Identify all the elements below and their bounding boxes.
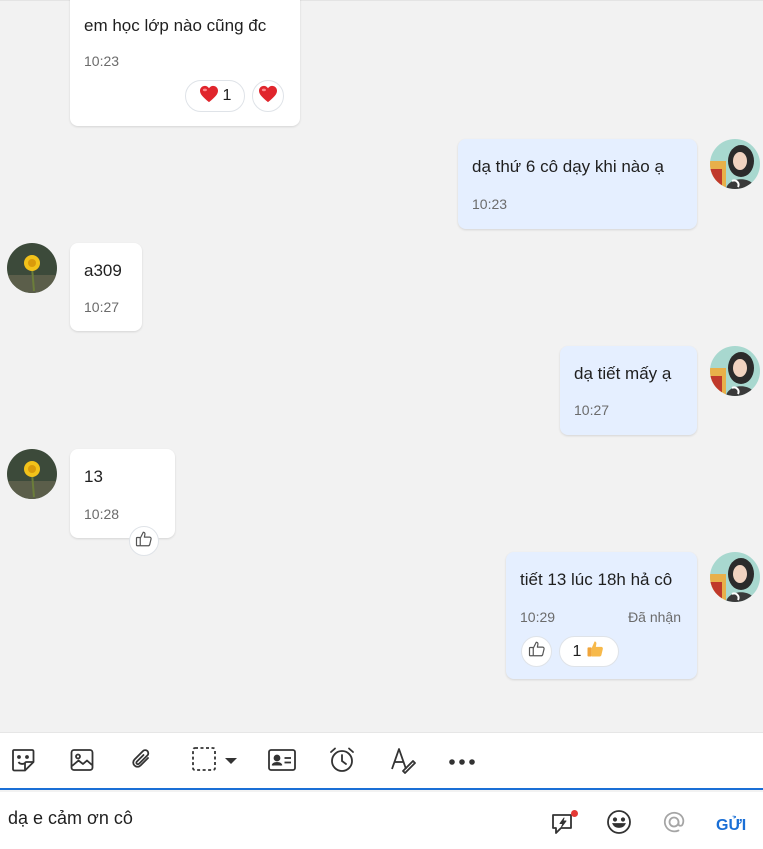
more-icon [448,753,476,771]
sticker-button[interactable] [6,744,40,780]
message-time: 10:27 [84,299,120,315]
mention-icon [661,809,687,840]
sticker-icon [9,746,37,779]
message-input[interactable] [8,808,508,829]
my-avatar[interactable] [710,346,760,396]
reaction-count: 1 [222,87,232,104]
message-text: 13 [84,467,103,486]
mention-button[interactable] [660,810,688,838]
screenshot-button[interactable] [186,744,242,780]
outgoing-message[interactable]: dạ tiết mấy ạ 10:27 [560,346,697,435]
thumbs-up-outline-icon [135,530,153,553]
message-time: 10:23 [472,196,508,212]
contact-card-icon [267,746,297,779]
thumbs-up-outline-icon [528,640,546,663]
heart-reaction-count[interactable]: 1 [185,80,245,112]
message-text: em học lớp nào cũng đc [84,16,267,35]
my-avatar[interactable] [710,139,760,189]
contact-avatar[interactable] [7,449,57,499]
send-contact-card-button[interactable] [265,744,299,780]
message-time: 10:27 [574,402,610,418]
incoming-message[interactable]: 13 10:28 [70,449,175,538]
reaction-count: 1 [572,642,582,660]
dropdown-caret-icon [224,753,238,771]
emoji-icon [606,809,632,840]
heart-icon [199,85,219,108]
message-text: dạ thứ 6 cô dạy khi nào ạ [472,157,664,176]
quick-like-reaction-button[interactable] [129,526,159,556]
text-format-icon [387,745,417,780]
like-reaction-count[interactable]: 1 [559,636,619,667]
contact-avatar[interactable] [7,243,57,293]
chat-history[interactable]: em học lớp nào cũng đc 10:23 1 dạ thứ 6 … [0,0,763,732]
attach-file-button[interactable] [125,744,159,780]
message-composer: GỬI [0,792,763,849]
quick-message-button[interactable] [550,810,578,838]
outgoing-message[interactable]: dạ thứ 6 cô dạy khi nào ạ 10:23 [458,139,697,229]
send-button[interactable]: GỬI [716,817,746,835]
incoming-message[interactable]: a309 10:27 [70,243,142,331]
delivery-status: Đã nhận [628,609,681,625]
composer-toolbar [0,732,763,790]
message-text: tiết 13 lúc 18h hả cô [520,570,673,589]
message-time: 10:29 [520,609,556,625]
message-text: a309 [84,261,122,280]
notification-dot [571,810,578,817]
attachment-icon [128,746,156,779]
emoji-button[interactable] [605,809,633,840]
screenshot-icon [190,745,220,780]
quick-heart-reaction-button[interactable] [252,80,284,112]
reminder-clock-icon [327,745,357,780]
message-time: 10:28 [84,506,120,522]
quick-message-icon [550,810,578,838]
message-text: dạ tiết mấy ạ [574,364,672,383]
reminder-button[interactable] [325,744,359,780]
text-format-button[interactable] [385,744,419,780]
thumbs-up-icon [585,639,605,664]
quick-like-reaction-button[interactable] [521,636,552,667]
more-options-button[interactable] [445,744,479,780]
image-button[interactable] [65,744,99,780]
message-time: 10:23 [84,53,120,69]
image-icon [68,746,96,779]
heart-icon [258,85,278,108]
my-avatar[interactable] [710,552,760,602]
